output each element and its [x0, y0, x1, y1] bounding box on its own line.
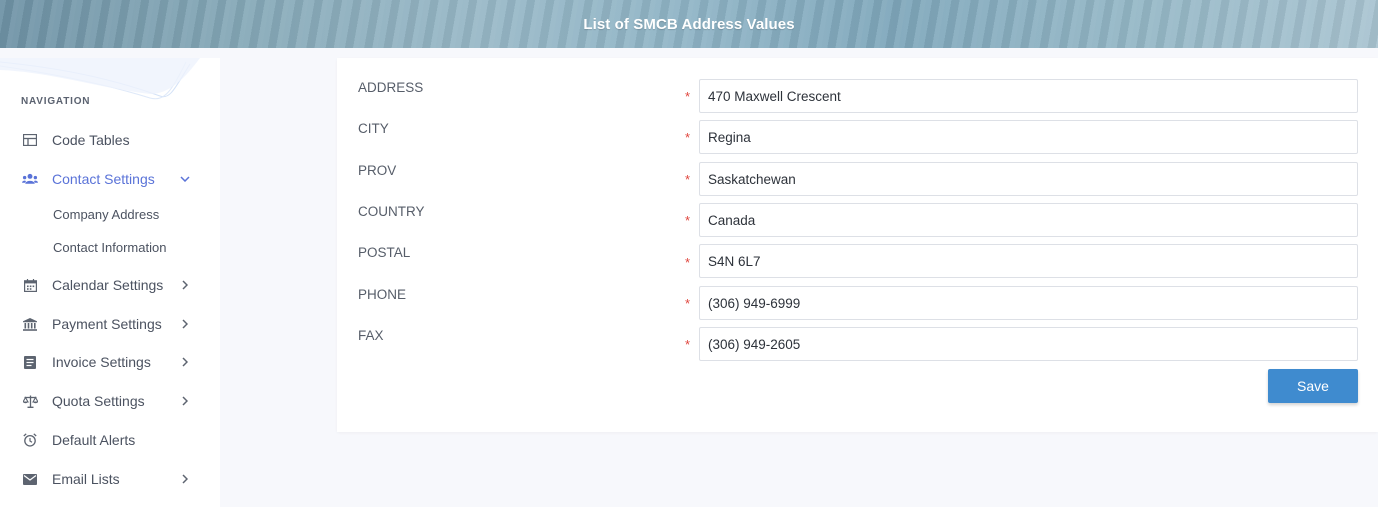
navigation-caption: NAVIGATION [21, 96, 91, 107]
phone-label: PHONE [358, 287, 407, 302]
chevron-down-icon[interactable] [178, 172, 192, 186]
sidebar-item-label: Email Lists [52, 471, 120, 487]
table-icon [22, 132, 38, 148]
phone-input[interactable] [699, 286, 1358, 320]
sidebar-item-invoice-settings[interactable]: Invoice Settings [0, 347, 220, 377]
sidebar-item-payment-settings[interactable]: Payment Settings [0, 309, 220, 339]
sidebar-item-label: Default Alerts [52, 432, 136, 448]
sidebar-nav: NAVIGATION Code Tables Contact Settings … [0, 58, 220, 507]
sidebar-item-label: Calendar Settings [52, 277, 164, 293]
fax-label: FAX [358, 328, 384, 343]
required-marker: * [685, 337, 691, 352]
postal-input[interactable] [699, 244, 1358, 278]
save-button[interactable]: Save [1268, 369, 1358, 403]
sidebar-item-label: Payment Settings [52, 316, 162, 332]
sidebar-item-calendar-settings[interactable]: Calendar Settings [0, 270, 220, 300]
page-title: List of SMCB Address Values [583, 15, 795, 33]
sidebar-item-default-alerts[interactable]: Default Alerts [0, 425, 220, 455]
scale-icon [22, 393, 38, 409]
sidebar-item-email-lists[interactable]: Email Lists [0, 464, 220, 494]
chevron-right-icon[interactable] [178, 355, 192, 369]
mail-icon [22, 471, 38, 487]
invoice-icon [22, 354, 38, 370]
chevron-right-icon[interactable] [178, 278, 192, 292]
required-marker: * [685, 172, 691, 187]
sidebar-item-label: Code Tables [52, 132, 130, 148]
prov-input[interactable] [699, 162, 1358, 196]
sidebar-item-label: Contact Settings [52, 171, 155, 187]
required-marker: * [685, 255, 691, 270]
address-label: ADDRESS [358, 80, 424, 95]
country-input[interactable] [699, 203, 1358, 237]
city-input[interactable] [699, 120, 1358, 154]
address-input[interactable] [699, 79, 1358, 113]
required-marker: * [685, 89, 691, 104]
fax-input[interactable] [699, 327, 1358, 361]
sidebar-item-contact-settings[interactable]: Contact Settings [0, 164, 220, 194]
city-label: CITY [358, 121, 389, 136]
postal-label: POSTAL [358, 245, 411, 260]
prov-label: PROV [358, 163, 397, 178]
sidebar-item-quota-settings[interactable]: Quota Settings [0, 386, 220, 416]
required-marker: * [685, 213, 691, 228]
sidebar-item-label: Quota Settings [52, 393, 145, 409]
sidebar-item-code-tables[interactable]: Code Tables [0, 125, 220, 155]
sidebar-subitem-contact-information[interactable]: Contact Information [53, 240, 166, 255]
required-marker: * [685, 130, 691, 145]
chevron-right-icon[interactable] [178, 394, 192, 408]
calendar-icon [22, 277, 38, 293]
sidebar-subitem-company-address[interactable]: Company Address [53, 207, 159, 222]
required-marker: * [685, 296, 691, 311]
chevron-right-icon[interactable] [178, 317, 192, 331]
bank-icon [22, 316, 38, 332]
alarm-icon [22, 432, 38, 448]
country-label: COUNTRY [358, 204, 425, 219]
page-header: List of SMCB Address Values [0, 0, 1378, 48]
users-icon [22, 171, 38, 187]
sidebar-item-label: Invoice Settings [52, 354, 151, 370]
chevron-right-icon[interactable] [178, 472, 192, 486]
